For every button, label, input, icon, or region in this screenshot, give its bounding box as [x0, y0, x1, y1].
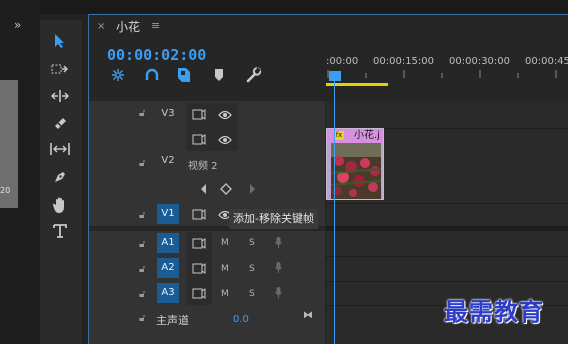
track-a2-target[interactable]: A2 [157, 258, 179, 278]
ruler-label: :00:00 [326, 56, 359, 67]
lock-icon[interactable]: 🔓︎ [139, 108, 145, 119]
ripple-edit-icon[interactable] [45, 85, 75, 107]
watermark-text: 最需教育 [444, 298, 544, 326]
solo-button[interactable]: S [249, 264, 255, 274]
track-v3-label[interactable]: V3 [157, 104, 179, 124]
sync-lock-icon[interactable] [192, 288, 206, 299]
lock-icon[interactable]: 🔓︎ [139, 239, 145, 250]
sync-lock-icon[interactable] [192, 263, 206, 274]
type-icon[interactable] [45, 220, 75, 242]
snap-icon[interactable] [109, 67, 127, 83]
settings-wrench-icon[interactable] [244, 67, 262, 83]
lane-divider [326, 281, 568, 282]
lock-icon[interactable]: 🔓︎ [139, 158, 145, 169]
panel-menu-icon[interactable]: ≡ [151, 19, 160, 32]
playhead-timecode[interactable]: 00:00:02:00 [107, 46, 206, 64]
partial-value: 20 [0, 186, 11, 195]
track-v1-target[interactable]: V1 [157, 204, 179, 224]
lock-icon[interactable]: 🔓︎ [139, 289, 145, 300]
track-a3-target[interactable]: A3 [157, 283, 179, 303]
next-keyframe-icon [250, 184, 255, 194]
mute-button[interactable]: M [221, 264, 229, 274]
keyframe-navigator [195, 181, 260, 197]
solo-button[interactable]: S [249, 238, 255, 248]
marker-icon[interactable] [212, 67, 230, 83]
hand-icon[interactable] [45, 194, 75, 216]
microphone-icon[interactable] [275, 287, 282, 298]
clip-thumbnail [331, 143, 381, 199]
lock-icon[interactable]: 🔓︎ [139, 264, 145, 275]
track-v2-label[interactable]: V2 [157, 151, 179, 171]
sync-lock-icon[interactable] [192, 134, 206, 145]
eye-icon[interactable] [218, 110, 232, 120]
master-volume-value[interactable]: 0.0 [233, 314, 249, 325]
go-to-end-icon[interactable]: ⧓ [303, 310, 313, 321]
top-bar [0, 0, 568, 14]
sync-lock-icon[interactable] [192, 109, 206, 120]
track-v2-name: 视频 2 [188, 161, 218, 172]
selection-tool-icon[interactable] [45, 30, 75, 52]
video-audio-divider [326, 226, 568, 231]
clip-name: 小花.j [354, 130, 380, 141]
solo-button[interactable]: S [249, 289, 255, 299]
linked-selection-icon[interactable] [143, 67, 161, 83]
fx-badge[interactable]: fx [334, 131, 344, 140]
lane-divider [326, 256, 568, 257]
mute-button[interactable]: M [221, 289, 229, 299]
ruler-label: 00:00:45 [525, 56, 568, 67]
prev-keyframe-icon [201, 184, 206, 194]
slip-icon[interactable] [45, 138, 75, 160]
master-track-label: 主声道 [156, 314, 189, 327]
close-panel-button[interactable]: × [97, 21, 105, 32]
panel-overflow-chevron[interactable]: » [14, 18, 21, 32]
sync-lock-icon[interactable] [192, 238, 206, 249]
add-marker-icon[interactable] [176, 67, 194, 83]
razor-icon[interactable] [45, 112, 75, 134]
mute-button[interactable]: M [221, 238, 229, 248]
playhead-handle[interactable] [329, 71, 341, 81]
tooltip: 添加-移除关键帧 [229, 209, 318, 229]
microphone-icon[interactable] [275, 237, 282, 248]
track-a1-target[interactable]: A1 [157, 233, 179, 253]
pen-icon[interactable] [45, 166, 75, 188]
sequence-tab-title[interactable]: 小花 [116, 18, 140, 35]
ruler-label: 00:00:15:00 [373, 56, 435, 67]
lane-divider [326, 203, 568, 204]
sync-lock-icon[interactable] [192, 209, 206, 220]
eye-icon[interactable] [218, 135, 232, 145]
ruler-ticks [327, 70, 557, 78]
lock-icon[interactable]: 🔓︎ [139, 210, 145, 221]
work-area-bar[interactable] [326, 83, 388, 86]
add-keyframe-icon [220, 183, 232, 195]
track-select-icon[interactable] [45, 58, 75, 80]
playhead-line[interactable] [334, 81, 335, 344]
ruler-label: 00:00:30:00 [449, 56, 511, 67]
tools-panel [40, 20, 82, 344]
lock-icon[interactable]: 🔓︎ [139, 313, 145, 324]
microphone-icon[interactable] [275, 262, 282, 273]
